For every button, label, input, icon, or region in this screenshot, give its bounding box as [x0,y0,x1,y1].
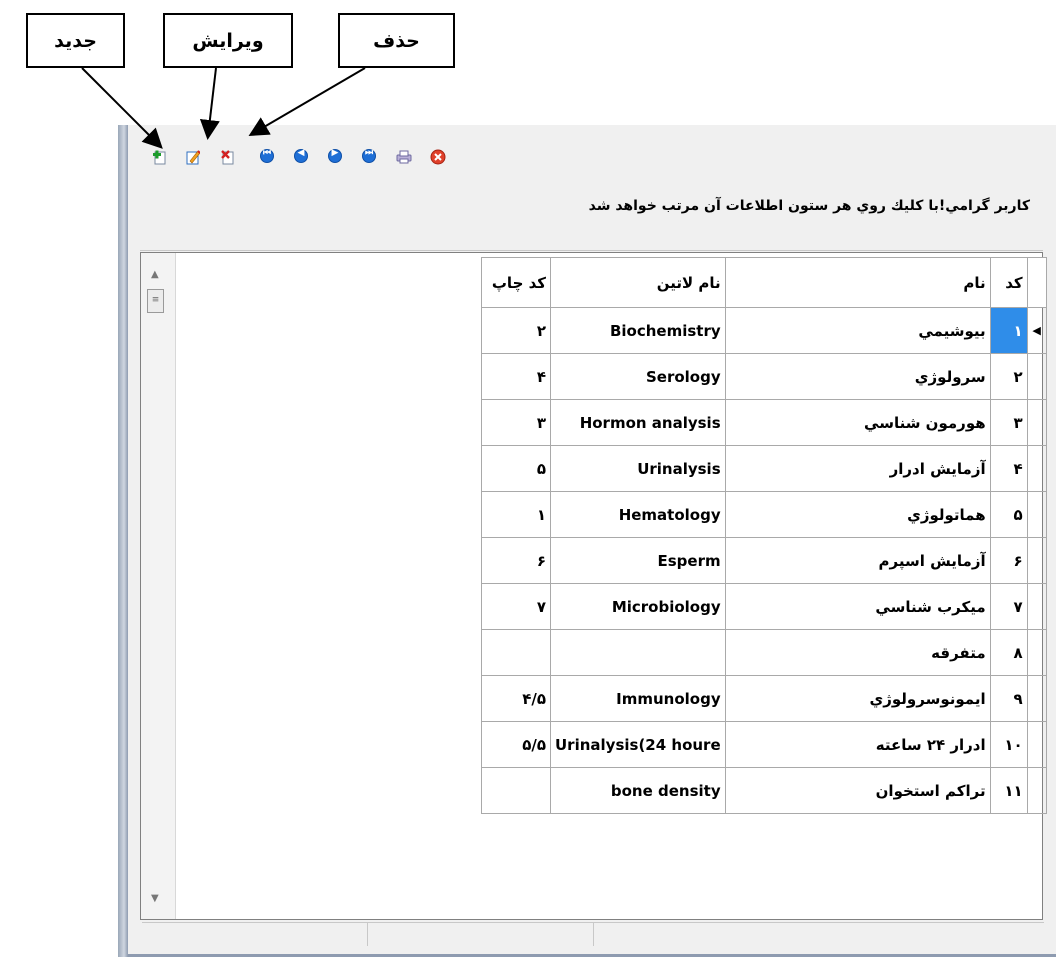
callout-arrows [81,67,366,149]
